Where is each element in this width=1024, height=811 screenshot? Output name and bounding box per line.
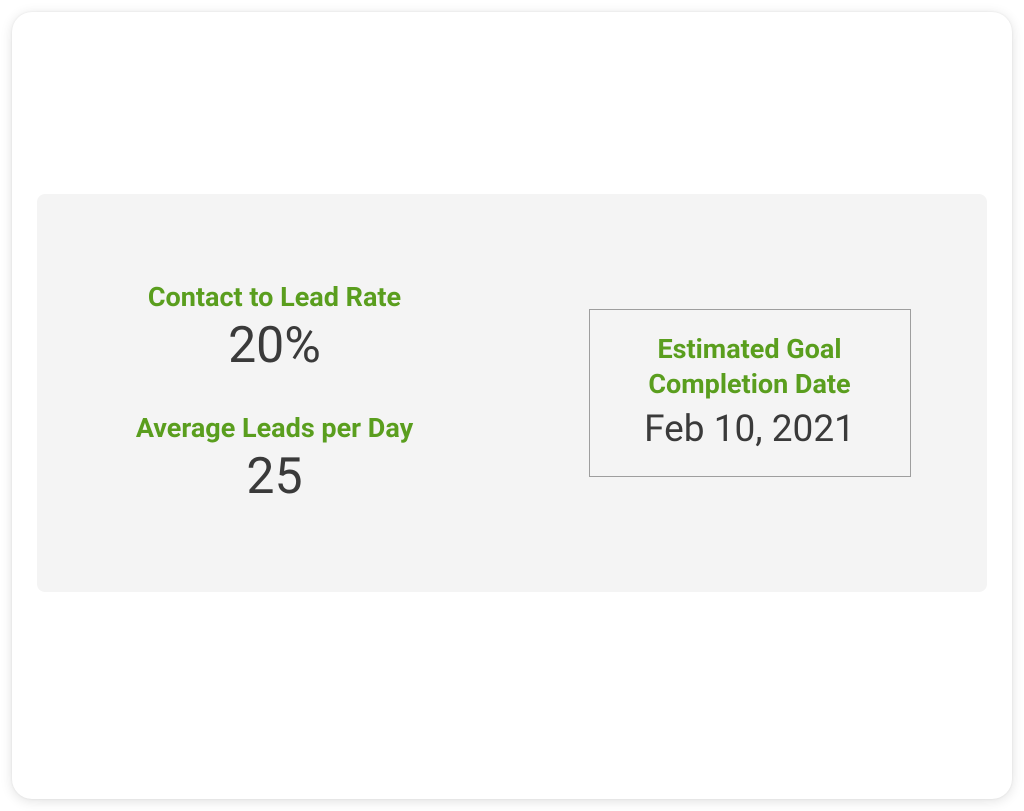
goal-value: Feb 10, 2021 — [622, 410, 878, 451]
metrics-left-column: Contact to Lead Rate 20% Average Leads p… — [37, 261, 512, 526]
goal-label-line2: Completion Date — [648, 368, 850, 400]
metrics-panel: Contact to Lead Rate 20% Average Leads p… — [37, 194, 987, 592]
metric-label-avg-leads: Average Leads per Day — [136, 412, 413, 444]
metric-contact-to-lead: Contact to Lead Rate 20% — [148, 281, 401, 374]
dashboard-card: Contact to Lead Rate 20% Average Leads p… — [12, 12, 1012, 799]
goal-label-line1: Estimated Goal — [657, 333, 841, 365]
goal-label: Estimated Goal Completion Date — [622, 332, 878, 402]
metrics-right-column: Estimated Goal Completion Date Feb 10, 2… — [512, 289, 987, 498]
metric-avg-leads: Average Leads per Day 25 — [136, 412, 413, 505]
metric-label-contact-to-lead: Contact to Lead Rate — [148, 281, 401, 313]
metric-value-avg-leads: 25 — [136, 450, 413, 505]
goal-completion-box: Estimated Goal Completion Date Feb 10, 2… — [589, 309, 911, 478]
metric-value-contact-to-lead: 20% — [148, 319, 401, 374]
